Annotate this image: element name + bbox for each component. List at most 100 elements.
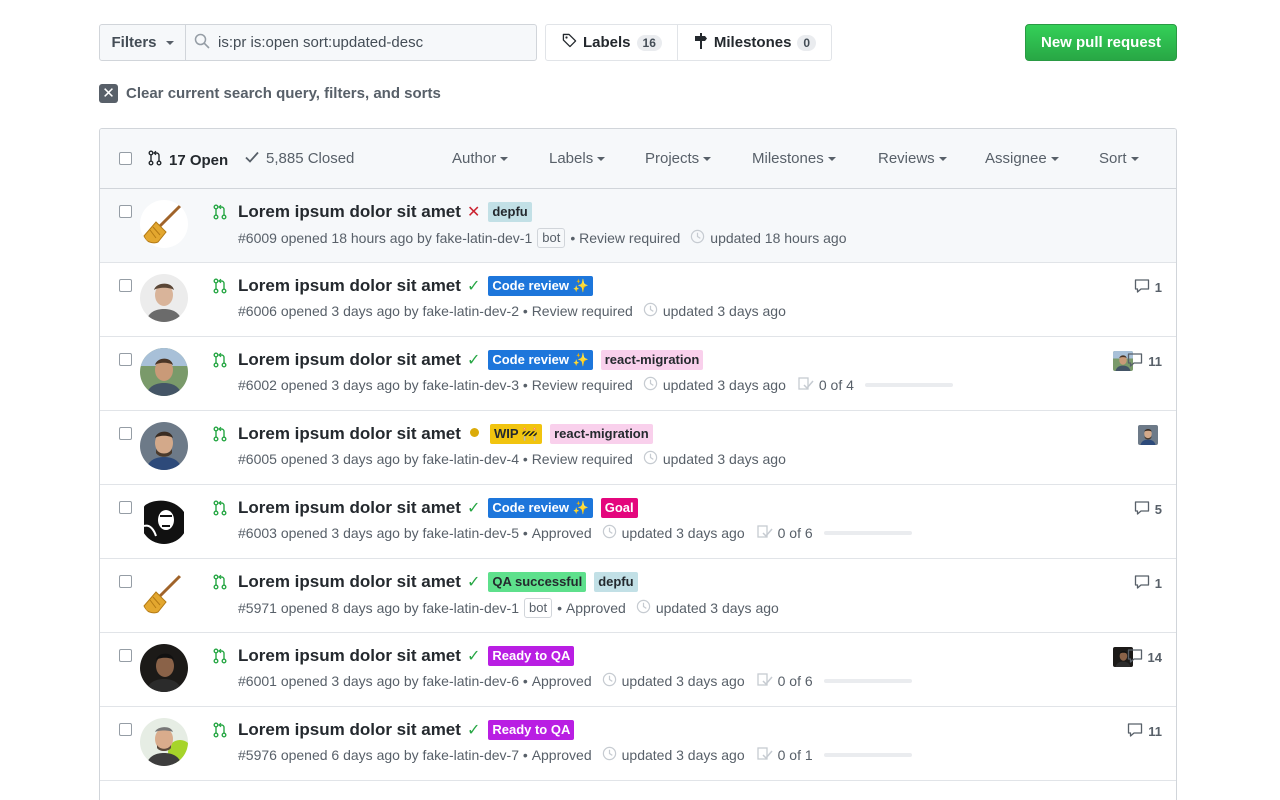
label-badge[interactable]: react-migration bbox=[600, 350, 704, 370]
label-badge[interactable]: Goal bbox=[600, 498, 638, 518]
avatar[interactable] bbox=[140, 200, 188, 248]
row-checkbox[interactable] bbox=[119, 427, 132, 440]
pull-request-title[interactable]: Lorem ipsum dolor sit amet bbox=[238, 498, 461, 518]
label-badge[interactable]: QA successful bbox=[488, 572, 587, 592]
clear-query-link[interactable]: ✕ Clear current search query, filters, a… bbox=[99, 84, 441, 103]
projects-filter[interactable]: Projects bbox=[645, 150, 712, 167]
pull-request-meta: #6006 opened 3 days ago by fake-latin-de… bbox=[238, 302, 786, 320]
pull-request-title[interactable]: Lorem ipsum dolor sit amet bbox=[238, 424, 461, 444]
author-link[interactable]: fake-latin-dev-3 bbox=[423, 377, 520, 393]
review-status[interactable]: Review required bbox=[532, 303, 633, 319]
labels-link[interactable]: Labels 16 bbox=[546, 25, 677, 60]
assignee-filter[interactable]: Assignee bbox=[985, 150, 1059, 167]
review-status[interactable]: Review required bbox=[532, 377, 633, 393]
label-badge[interactable]: Ready to QA bbox=[488, 720, 575, 740]
author-link[interactable]: fake-latin-dev-2 bbox=[423, 303, 520, 319]
pull-request-row[interactable]: Lorem ipsum dolor sit amet ✕ depfu #6009 op… bbox=[100, 189, 1176, 263]
avatar[interactable] bbox=[140, 348, 188, 396]
new-pull-request-button[interactable]: New pull request bbox=[1025, 24, 1177, 61]
check-icon[interactable]: ✓ bbox=[467, 646, 480, 666]
label-badge[interactable]: react-migration bbox=[550, 424, 653, 444]
select-all-checkbox[interactable] bbox=[119, 152, 132, 165]
pull-request-title[interactable]: Lorem ipsum dolor sit amet bbox=[238, 646, 461, 666]
milestones-link[interactable]: Milestones 0 bbox=[676, 25, 831, 60]
label-badge[interactable]: Code review ✨ bbox=[488, 350, 593, 370]
row-checkbox[interactable] bbox=[119, 501, 132, 514]
assignee-avatar[interactable] bbox=[1138, 425, 1158, 445]
author-link[interactable]: fake-latin-dev-5 bbox=[423, 525, 520, 541]
check-icon[interactable]: ✓ bbox=[467, 572, 480, 592]
review-status[interactable]: Review required bbox=[532, 451, 633, 467]
label-badge[interactable]: Code review ✨ bbox=[488, 276, 593, 296]
reviews-filter[interactable]: Reviews bbox=[878, 150, 947, 167]
pull-request-row[interactable]: Lorem ipsum dolor sit amet WIP 🚧 react-mig… bbox=[100, 411, 1176, 485]
closed-filter[interactable]: 5,885 Closed bbox=[245, 150, 354, 167]
x-icon[interactable]: ✕ bbox=[467, 202, 480, 222]
search-input[interactable] bbox=[218, 34, 518, 51]
label-badge[interactable]: Ready to QA bbox=[488, 646, 575, 666]
avatar[interactable] bbox=[140, 644, 188, 692]
labels-filter[interactable]: Labels bbox=[549, 150, 606, 167]
separator: • bbox=[557, 600, 562, 616]
pull-request-row[interactable]: Lorem ipsum dolor sit amet ✓ QA successful… bbox=[100, 559, 1176, 633]
review-status[interactable]: Approved bbox=[532, 525, 592, 541]
open-filter[interactable]: 17 Open bbox=[148, 150, 228, 170]
dot-icon[interactable] bbox=[467, 425, 482, 443]
updated-text: updated 3 days ago bbox=[662, 377, 786, 393]
pull-request-row[interactable]: Lorem ipsum dolor sit amet ✓ Code review ✨… bbox=[100, 263, 1176, 337]
author-filter[interactable]: Author bbox=[452, 150, 509, 167]
check-icon[interactable]: ✓ bbox=[467, 498, 480, 518]
label-badge[interactable]: depfu bbox=[594, 572, 638, 592]
review-status[interactable]: Approved bbox=[532, 673, 592, 689]
pull-request-title[interactable]: Lorem ipsum dolor sit amet bbox=[238, 720, 461, 740]
sort-filter[interactable]: Sort bbox=[1099, 150, 1139, 167]
avatar[interactable] bbox=[140, 274, 188, 322]
avatar[interactable] bbox=[140, 422, 188, 470]
row-checkbox[interactable] bbox=[119, 649, 132, 662]
avatar[interactable] bbox=[140, 718, 188, 766]
pull-request-title[interactable]: Lorem ipsum dolor sit amet bbox=[238, 202, 461, 222]
pull-request-title[interactable]: Lorem ipsum dolor sit amet bbox=[238, 276, 461, 296]
search-field[interactable] bbox=[185, 24, 537, 61]
review-status[interactable]: Approved bbox=[566, 600, 626, 616]
pull-request-icon bbox=[148, 150, 162, 170]
pull-request-row[interactable]: Lorem ipsum dolor sit amet ✓ Code review ✨… bbox=[100, 485, 1176, 559]
row-checkbox[interactable] bbox=[119, 353, 132, 366]
clock-icon bbox=[690, 229, 705, 247]
row-checkbox[interactable] bbox=[119, 575, 132, 588]
row-checkbox[interactable] bbox=[119, 205, 132, 218]
avatar[interactable] bbox=[140, 570, 188, 618]
pull-request-row[interactable]: Lorem ipsum dolor sit amet ✓ Code review ✨… bbox=[100, 337, 1176, 411]
comments-link[interactable]: 1 bbox=[1134, 278, 1162, 297]
check-icon[interactable]: ✓ bbox=[467, 350, 480, 370]
review-status[interactable]: Approved bbox=[532, 747, 592, 763]
pull-request-title[interactable]: Lorem ipsum dolor sit amet bbox=[238, 350, 461, 370]
comment-icon bbox=[1127, 648, 1143, 667]
comments-link[interactable]: 14 bbox=[1127, 648, 1162, 667]
comments-link[interactable]: 5 bbox=[1134, 500, 1162, 519]
author-link[interactable]: fake-latin-dev-6 bbox=[423, 673, 520, 689]
avatar[interactable] bbox=[140, 496, 188, 544]
pull-request-number: #6002 bbox=[238, 377, 277, 393]
author-link[interactable]: fake-latin-dev-1 bbox=[436, 230, 533, 246]
label-badge[interactable]: Code review ✨ bbox=[488, 498, 593, 518]
review-status[interactable]: Review required bbox=[579, 230, 680, 246]
check-icon[interactable]: ✓ bbox=[467, 720, 480, 740]
filters-button[interactable]: Filters bbox=[99, 24, 186, 61]
author-link[interactable]: fake-latin-dev-1 bbox=[423, 600, 520, 616]
check-icon[interactable]: ✓ bbox=[467, 276, 480, 296]
pull-request-title[interactable]: Lorem ipsum dolor sit amet bbox=[238, 572, 461, 592]
comments-link[interactable]: 11 bbox=[1127, 352, 1162, 371]
pull-request-icon bbox=[213, 352, 227, 371]
label-badge[interactable]: WIP 🚧 bbox=[489, 424, 543, 444]
comments-link[interactable]: 11 bbox=[1127, 722, 1162, 741]
row-checkbox[interactable] bbox=[119, 279, 132, 292]
author-link[interactable]: fake-latin-dev-7 bbox=[423, 747, 520, 763]
pull-request-row[interactable]: Lorem ipsum dolor sit amet ✓ Ready to QA #6… bbox=[100, 633, 1176, 707]
pull-request-row[interactable]: Lorem ipsum dolor sit amet ✓ Ready to QA #5… bbox=[100, 707, 1176, 781]
milestones-filter[interactable]: Milestones bbox=[752, 150, 836, 167]
author-link[interactable]: fake-latin-dev-4 bbox=[423, 451, 520, 467]
row-checkbox[interactable] bbox=[119, 723, 132, 736]
comments-link[interactable]: 1 bbox=[1134, 574, 1162, 593]
label-badge[interactable]: depfu bbox=[488, 202, 532, 222]
